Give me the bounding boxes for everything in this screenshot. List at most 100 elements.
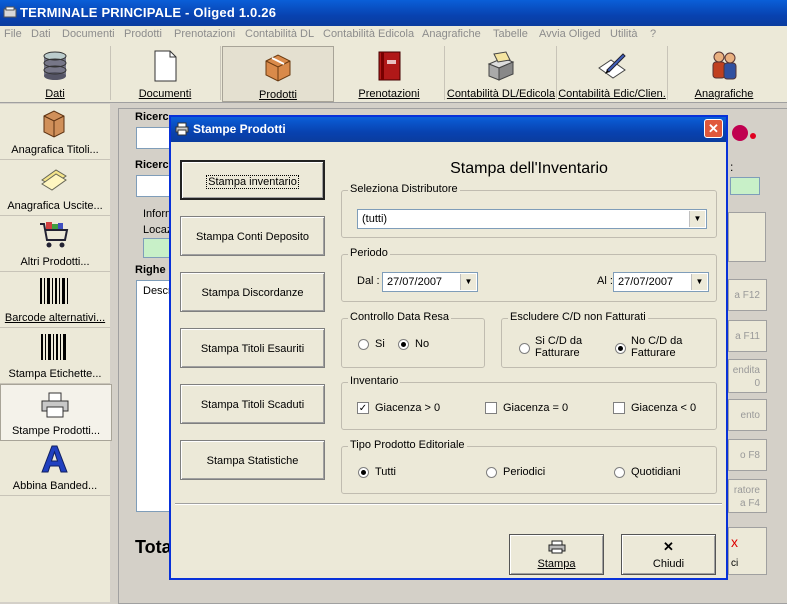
bg-vendita-label: endita <box>732 365 760 376</box>
al-date-picker[interactable]: 27/07/2007 ▼ <box>613 272 709 292</box>
printer-icon <box>548 540 566 554</box>
bg-ci-button[interactable]: x ci <box>728 527 767 575</box>
bg-f8-button[interactable]: o F8 <box>728 439 767 471</box>
people-icon <box>712 51 737 80</box>
chevron-down-icon[interactable]: ▼ <box>460 274 476 290</box>
bg-ratore-label: ratore <box>733 485 760 496</box>
bg-locaz-field[interactable] <box>143 238 172 258</box>
menu-anagrafiche[interactable]: Anagrafiche <box>422 28 481 40</box>
book-icon <box>378 51 401 81</box>
toolbar-documenti-button[interactable]: Documenti <box>110 46 221 100</box>
escludere-no-line2: Fatturare <box>631 347 676 359</box>
tipo-tutti-radio[interactable] <box>358 467 369 478</box>
menu-file[interactable]: File <box>4 28 22 40</box>
stampa-button[interactable]: Stampa <box>509 534 604 575</box>
sidebar-item-barcode[interactable]: Barcode alternativi... <box>0 272 110 328</box>
chiudi-button-label: Chiudi <box>652 558 685 570</box>
giacenza-gt-checkbox[interactable]: ✓ <box>357 402 369 414</box>
sidebar-item-anagrafica-uscite[interactable]: Anagrafica Uscite... <box>0 160 110 216</box>
bg-f9-button[interactable]: ento F9 <box>728 399 767 453</box>
bg-locaz-label: Locaz <box>143 224 173 236</box>
sidebar-label-stampe-prodotti: Stampe Prodotti... <box>11 425 101 437</box>
sidebar-item-altri-prodotti[interactable]: Altri Prodotti... <box>0 216 110 272</box>
menu-dati[interactable]: Dati <box>31 28 51 40</box>
bg-green-field[interactable] <box>730 177 760 195</box>
bg-vendita-button[interactable]: endita 0 <box>728 359 767 393</box>
dialog-titlebar: Stampe Prodotti ✕ <box>171 117 726 142</box>
periodo-group: Periodo Dal : 27/07/2007 ▼ Al : 27/07/20… <box>341 247 717 302</box>
printer-icon <box>41 392 69 418</box>
database-icon <box>43 51 67 80</box>
bg-f11-button[interactable]: a F11 <box>728 320 767 352</box>
stampa-statistiche-label: Stampa Statistiche <box>206 455 299 467</box>
dialog-title: Stampe Prodotti <box>193 122 286 136</box>
menu-contabilita-dl[interactable]: Contabilità DL <box>245 28 314 40</box>
bg-colon: : <box>730 160 734 174</box>
bg-status-lights-icon <box>732 125 756 141</box>
sidebar-item-stampe-prodotti[interactable]: Stampe Prodotti... <box>0 384 112 441</box>
bg-righe-grid[interactable] <box>136 280 172 512</box>
stampa-statistiche-button[interactable]: Stampa Statistiche <box>180 440 325 480</box>
toolbar-prenotazioni-button[interactable]: Prenotazioni <box>334 46 445 100</box>
stampa-titoli-esauriti-button[interactable]: Stampa Titoli Esauriti <box>180 328 325 368</box>
giacenza-lt-checkbox[interactable] <box>613 402 625 414</box>
tipo-periodici-radio[interactable] <box>486 467 497 478</box>
menu-tabelle[interactable]: Tabelle <box>493 28 528 40</box>
bg-ricerca-input-2[interactable] <box>136 175 172 197</box>
menu-utilita[interactable]: Utilità <box>610 28 638 40</box>
escludere-no-radio[interactable] <box>615 343 626 354</box>
dialog-close-button[interactable]: ✕ <box>704 119 723 138</box>
toolbar-dati-button[interactable]: Dati <box>0 46 111 100</box>
toolbar-anagrafiche-button[interactable]: Anagrafiche <box>669 46 779 100</box>
controllo-si-radio[interactable] <box>358 339 369 350</box>
tipo-quotidiani-radio[interactable] <box>614 467 625 478</box>
dialog-printer-icon <box>175 122 189 136</box>
menu-prenotazioni[interactable]: Prenotazioni <box>174 28 235 40</box>
escludere-si-line1: Si C/D da <box>535 335 583 347</box>
sidebar: Anagrafica Titoli... Anagrafica Uscite..… <box>0 104 112 602</box>
escludere-no-line1: No C/D da <box>631 335 683 347</box>
menu-prodotti[interactable]: Prodotti <box>124 28 162 40</box>
sidebar-item-abbina-banded[interactable]: Abbina Banded... <box>0 440 110 496</box>
giacenza-eq-checkbox[interactable] <box>485 402 497 414</box>
toolbar-prodotti-button[interactable]: Prodotti <box>222 46 334 102</box>
stampa-conti-deposito-button[interactable]: Stampa Conti Deposito <box>180 216 325 256</box>
dal-date-picker[interactable]: 27/07/2007 ▼ <box>382 272 478 292</box>
cabinet-icon <box>43 110 65 138</box>
tipo-periodici-label: Periodici <box>503 466 546 478</box>
distributore-select[interactable]: (tutti) ▼ <box>357 209 707 229</box>
escludere-si-radio[interactable] <box>519 343 530 354</box>
app-titlebar: TERMINALE PRINCIPALE - Oliged 1.0.26 <box>0 0 787 26</box>
bg-righe-label: Righe <box>135 264 166 276</box>
bg-ricerca-input-1[interactable] <box>136 127 172 149</box>
menu-help[interactable]: ? <box>650 28 656 40</box>
menu-documenti[interactable]: Documenti <box>62 28 115 40</box>
giacenza-gt-label: Giacenza > 0 <box>375 402 441 414</box>
barcode-label-icon <box>41 334 66 360</box>
toolbar-contabilita-dl-button[interactable]: Contabilità DL/Edicola <box>446 46 557 100</box>
chevron-down-icon[interactable]: ▼ <box>689 211 705 227</box>
stampa-titoli-esauriti-label: Stampa Titoli Esauriti <box>200 343 305 355</box>
chevron-down-icon[interactable]: ▼ <box>691 274 707 290</box>
bg-f12-button[interactable]: a F12 <box>728 279 767 311</box>
stampa-inventario-button[interactable]: Stampa inventario <box>180 160 325 200</box>
toolbar-contabilita-edic-button[interactable]: Contabilità Edic/Clien. <box>557 46 668 100</box>
window-title: TERMINALE PRINCIPALE - Oliged 1.0.26 <box>20 5 277 20</box>
stampa-discordanze-button[interactable]: Stampa Discordanze <box>180 272 325 312</box>
dialog-heading: Stampa dell'Inventario <box>450 160 608 177</box>
chiudi-button[interactable]: ✕ Chiudi <box>621 534 716 575</box>
stampa-titoli-scaduti-button[interactable]: Stampa Titoli Scaduti <box>180 384 325 424</box>
sidebar-label-stampa-etichette: Stampa Etichette... <box>8 368 102 380</box>
bg-f4-button[interactable]: ratore a F4 <box>728 479 767 513</box>
menu-avvia-oliged[interactable]: Avvia Oliged <box>539 28 601 40</box>
al-value: 27/07/2007 <box>618 276 674 288</box>
menu-contabilita-edicola[interactable]: Contabilità Edicola <box>323 28 414 40</box>
stampa-titoli-scaduti-label: Stampa Titoli Scaduti <box>200 399 305 411</box>
bg-ricerca-label-2: Ricerc <box>135 159 169 171</box>
toolbar-prodotti-label: Prodotti <box>259 89 297 101</box>
controllo-no-radio[interactable] <box>398 339 409 350</box>
sidebar-item-stampa-etichette[interactable]: Stampa Etichette... <box>0 328 110 384</box>
sidebar-item-anagrafica-titoli[interactable]: Anagrafica Titoli... <box>0 104 110 160</box>
papers-icon <box>41 169 67 191</box>
toolbar-documenti-label: Documenti <box>138 88 192 100</box>
